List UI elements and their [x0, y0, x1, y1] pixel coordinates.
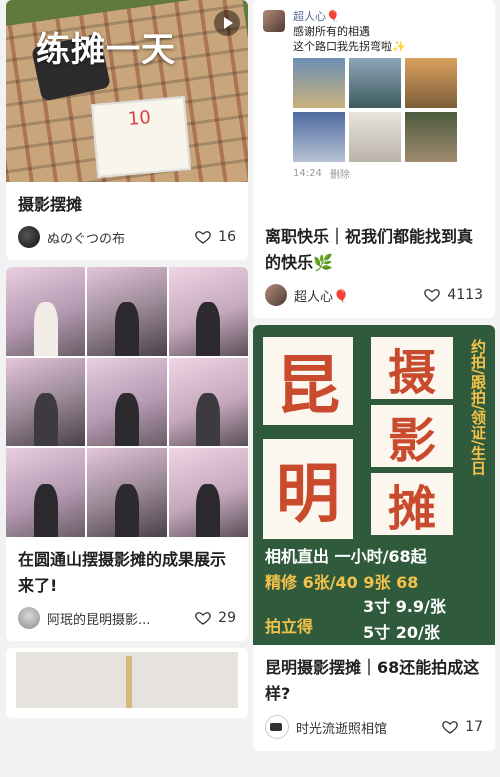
moments-photo — [293, 112, 345, 162]
author-name[interactable]: 时光流逝照相馆 — [296, 718, 387, 737]
like-count: 16 — [218, 229, 236, 245]
like-button[interactable]: 29 — [194, 609, 236, 627]
avatar — [263, 10, 285, 32]
poster-price-line: 相机直出 一小时/68起 — [265, 547, 427, 566]
note-title[interactable]: 在圆通山摆摄影摊的成果展示来了! — [6, 537, 248, 599]
cover-image[interactable] — [16, 652, 238, 708]
poster-price-line: 拍立得 — [265, 617, 314, 636]
photo-tile — [87, 448, 167, 537]
cover-image[interactable] — [6, 267, 248, 537]
note-meta: 时光流逝照相馆 17 — [253, 707, 495, 751]
moments-photo — [349, 58, 401, 108]
poster-services: 约拍/跟拍/领证/生日 — [469, 339, 487, 476]
person-figure — [33, 302, 58, 356]
person-figure — [196, 483, 221, 537]
photo-tile — [6, 357, 86, 447]
poster-price-line: 精修 6张/40 9张 68 — [265, 573, 419, 592]
like-button[interactable]: 16 — [194, 228, 236, 246]
poster-price-line: 5寸 20/张 — [363, 623, 440, 642]
poster-char: 摊 — [371, 473, 453, 537]
poster-char: 昆 — [263, 337, 353, 425]
author[interactable]: 时光流逝照相馆 — [265, 715, 387, 739]
cover-image[interactable]: 10 练摊一天 — [6, 0, 248, 182]
feed-column-left: 10 练摊一天 摄影摆摊 ぬのぐつの布 16 在圆通山摆摄影摊的成果展示来了! … — [6, 0, 248, 725]
author-name[interactable]: ぬのぐつの布 — [47, 228, 125, 247]
person-figure — [115, 302, 139, 356]
heart-icon — [442, 721, 458, 734]
moments-photo — [405, 112, 457, 162]
avatar[interactable] — [265, 284, 287, 306]
poster-char: 明 — [263, 439, 353, 539]
note-feed: 10 练摊一天 摄影摆摊 ぬのぐつの布 16 在圆通山摆摄影摊的成果展示来了! … — [0, 0, 500, 777]
video-play-icon — [214, 10, 240, 36]
note-meta: 阿珉的昆明摄影... 29 — [6, 599, 248, 641]
moments-name: 超人心🎈 — [293, 10, 340, 23]
person-figure — [115, 483, 139, 537]
note-meta: ぬのぐつの布 16 — [6, 218, 248, 260]
note-title[interactable]: 摄影摆摊 — [6, 182, 248, 218]
author[interactable]: ぬのぐつの布 — [18, 226, 125, 248]
moments-photo — [405, 58, 457, 108]
heart-icon — [195, 231, 211, 244]
poster-char: 影 — [371, 405, 453, 469]
person-figure — [196, 302, 221, 356]
moments-line: 这个路口我先拐弯啦✨ — [293, 40, 406, 53]
feed-column-right: 超人心🎈 感谢所有的相遇 这个路口我先拐弯啦✨ 14:24 删除 离职快乐｜祝我… — [253, 0, 495, 758]
author-name[interactable]: 超人心🎈 — [294, 286, 349, 305]
sign-text: 10 — [127, 107, 152, 131]
note-card[interactable]: 在圆通山摆摄影摊的成果展示来了! 阿珉的昆明摄影... 29 — [6, 267, 248, 641]
moments-delete: 删除 — [329, 170, 350, 181]
moments-post: 超人心🎈 感谢所有的相遇 这个路口我先拐弯啦✨ 14:24 删除 — [263, 10, 485, 181]
author-name[interactable]: 阿珉的昆明摄影... — [47, 609, 150, 628]
photo-tile — [168, 357, 248, 447]
note-card[interactable]: 昆 明 摄 影 摊 约拍/跟拍/领证/生日 相机直出 一小时/68起 精修 6张… — [253, 325, 495, 751]
like-count: 29 — [218, 610, 236, 626]
heart-icon — [195, 612, 211, 625]
author[interactable]: 超人心🎈 — [265, 284, 349, 306]
cover-image[interactable]: 昆 明 摄 影 摊 约拍/跟拍/领证/生日 相机直出 一小时/68起 精修 6张… — [253, 325, 495, 645]
moments-photo — [349, 112, 401, 162]
moments-photo — [293, 58, 345, 108]
photo-tile — [6, 267, 86, 356]
poster-price-line: 3寸 9.9/张 — [363, 597, 446, 616]
like-count: 4113 — [447, 287, 483, 303]
note-meta: 超人心🎈 4113 — [253, 276, 495, 318]
poster-char: 摄 — [371, 337, 453, 401]
person-figure — [33, 393, 58, 447]
person-figure — [33, 483, 58, 537]
note-title[interactable]: 昆明摄影摆摊｜68还能拍成这样? — [253, 645, 495, 707]
heart-icon — [424, 289, 441, 302]
camera-avatar-icon[interactable] — [265, 715, 289, 739]
moments-line: 感谢所有的相遇 — [293, 25, 370, 38]
moments-time: 14:24 — [293, 168, 322, 179]
author[interactable]: 阿珉的昆明摄影... — [18, 607, 150, 629]
note-card[interactable]: 超人心🎈 感谢所有的相遇 这个路口我先拐弯啦✨ 14:24 删除 离职快乐｜祝我… — [253, 0, 495, 318]
easel — [126, 656, 132, 708]
photo-tile — [6, 448, 86, 537]
like-button[interactable]: 17 — [441, 718, 483, 736]
note-title[interactable]: 离职快乐｜祝我们都能找到真的快乐🌿 — [253, 184, 495, 276]
avatar[interactable] — [18, 607, 40, 629]
cover-overlay-title: 练摊一天 — [36, 30, 176, 70]
handwritten-sign: 10 — [90, 96, 192, 178]
photo-tile — [87, 267, 167, 356]
like-count: 17 — [465, 719, 483, 735]
cover-image[interactable]: 超人心🎈 感谢所有的相遇 这个路口我先拐弯啦✨ 14:24 删除 — [253, 0, 495, 184]
moments-body: 超人心🎈 感谢所有的相遇 这个路口我先拐弯啦✨ 14:24 删除 — [293, 10, 485, 181]
note-card-partial[interactable] — [6, 648, 248, 718]
photo-tile — [87, 357, 167, 447]
photo-tile — [168, 448, 248, 537]
person-figure — [115, 393, 139, 447]
photo-tile — [168, 267, 248, 356]
like-button[interactable]: 4113 — [423, 286, 483, 304]
avatar[interactable] — [18, 226, 40, 248]
moments-footer: 14:24 删除 — [293, 166, 485, 181]
note-card[interactable]: 10 练摊一天 摄影摆摊 ぬのぐつの布 16 — [6, 0, 248, 260]
person-figure — [196, 393, 221, 447]
moments-photo-grid — [293, 58, 485, 162]
